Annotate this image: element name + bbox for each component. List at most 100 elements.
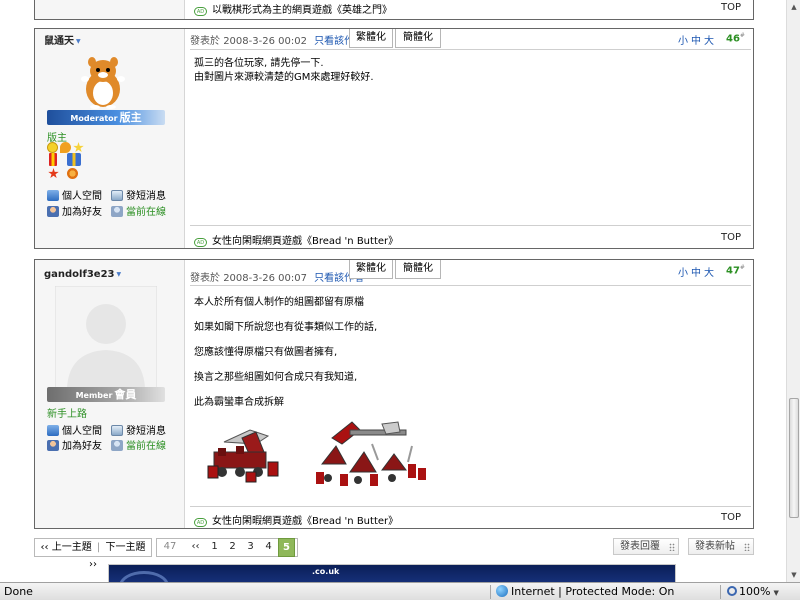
banner-logo-arc (119, 571, 169, 582)
add-friend-link[interactable]: 加為好友 (47, 203, 102, 218)
divider (490, 585, 491, 599)
page-link-2[interactable]: 2 (224, 538, 241, 557)
reply-button[interactable]: 發表回覆 (613, 538, 679, 555)
smiley-medal-icon (47, 142, 58, 153)
divider (190, 285, 751, 286)
page-link-current[interactable]: 5 (278, 538, 295, 557)
thread-nav-box: ‹‹ 上一主題 | 下一主題 ›› (34, 538, 152, 570)
simplified-tab[interactable]: 簡體化 (395, 29, 441, 48)
divider (190, 506, 751, 507)
red-star-medal-icon (48, 168, 59, 179)
pagination: 47 ‹‹ 1 2 3 4 5 (156, 538, 298, 557)
zoom-control[interactable]: 100% ▼ (727, 583, 779, 602)
message-icon (111, 425, 123, 436)
status-text: Done (4, 585, 33, 598)
moon-medal-icon (60, 142, 71, 153)
top-link[interactable]: TOP (721, 512, 741, 523)
send-message-link[interactable]: 發短消息 (111, 422, 166, 437)
add-friend-link[interactable]: 加為好友 (47, 437, 102, 452)
page-link-3[interactable]: 3 (242, 538, 259, 557)
user-title: 新手上路 (47, 409, 87, 420)
previous-post-tail: AD 以戰棋形式為主的網頁遊戲《英雄之門》 TOP (34, 0, 754, 20)
post-main: 發表於 2008-3-26 00:02 只看該作者 繁體化 簡體化 小中大 46… (186, 29, 753, 248)
rank-bar-moderator: Moderator 版主 (47, 110, 165, 125)
post-line: 如果如閣下所說您也有從事類似工作的話, (194, 322, 378, 333)
home-icon (47, 190, 59, 201)
grip-icon (744, 543, 750, 551)
traditional-tab[interactable]: 繁體化 (349, 29, 393, 48)
hamster-avatar (81, 57, 125, 109)
cross-medal-icon (67, 153, 81, 166)
chevron-down-icon[interactable]: ▼ (117, 271, 122, 278)
page-link-1[interactable]: 1 (206, 538, 223, 557)
post-47: gandolf3e23 ▼ Member 會員 新手上路 個人空間 發短消息 加為好… (34, 259, 754, 529)
banner-domain: .co.uk (312, 567, 340, 576)
ad-icon: AD (194, 7, 207, 16)
globe-icon (496, 585, 508, 597)
personal-space-link[interactable]: 個人空間 (47, 422, 102, 437)
browser-viewport: AD 以戰棋形式為主的網頁遊戲《英雄之門》 TOP 鼠通天 ▼ Moderato… (0, 0, 786, 582)
scrollbar-thumb[interactable] (789, 398, 799, 518)
posted-label: 發表於 (190, 273, 220, 284)
author-name[interactable]: 鼠通天 ▼ (44, 32, 81, 47)
signature[interactable]: AD 女性向閑暇網頁遊戲《Bread 'n Butter》 (194, 232, 398, 247)
post-line: 換言之那些組圖如何合成只有我知道, (194, 372, 358, 383)
post-sidebar: 鼠通天 ▼ Moderator 版主 版主 個人空間 發短消息 加為好友 當前在… (35, 29, 185, 248)
message-icon (111, 190, 123, 201)
total-pages: 47 (163, 541, 177, 552)
post-content: 本人於所有個人制作的組圖都留有原檔 如果如閣下所說您也有從事類似工作的話, 您應… (194, 290, 377, 415)
post-meta: 發表於 2008-3-26 00:02 只看該作者 (190, 32, 364, 47)
default-avatar (55, 286, 157, 388)
post-line: 您應該懂得原檔只有做圖者擁有, (194, 347, 338, 358)
divider (190, 49, 751, 50)
font-size-switch[interactable]: 小中大 (678, 264, 717, 279)
signature-link[interactable]: 女性向閑暇網頁遊戲《Bread 'n Butter》 (212, 236, 398, 247)
new-topic-button[interactable]: 發表新帖 (688, 538, 754, 555)
vertical-scrollbar[interactable]: ▲ ▼ (786, 0, 800, 582)
post-line: 孤三的各位玩家, 請先停一下. (194, 58, 324, 69)
prev-thread-link[interactable]: ‹‹ 上一主題 (41, 542, 92, 553)
signature[interactable]: AD 以戰棋形式為主的網頁遊戲《英雄之門》 (194, 1, 392, 16)
post-46: 鼠通天 ▼ Moderator 版主 版主 個人空間 發短消息 加為好友 當前在… (34, 28, 754, 249)
status-bar: Done Internet | Protected Mode: On 100% ▼ (0, 582, 800, 600)
grip-icon (669, 543, 675, 551)
post-sidebar: gandolf3e23 ▼ Member 會員 新手上路 個人空間 發短消息 加為好… (35, 260, 185, 528)
top-link[interactable]: TOP (721, 2, 741, 13)
medals (47, 142, 97, 182)
post-main: AD 以戰棋形式為主的網頁遊戲《英雄之門》 TOP (186, 0, 753, 19)
nav-separator: | (96, 542, 101, 553)
signature-link[interactable]: 女性向閑暇網頁遊戲《Bread 'n Butter》 (212, 516, 398, 527)
siege-sprite-assembled (207, 429, 279, 483)
signature[interactable]: AD 女性向閑暇網頁遊戲《Bread 'n Butter》 (194, 512, 398, 527)
floor-number: 47# (726, 264, 745, 277)
scroll-up-icon[interactable]: ▲ (787, 0, 800, 14)
siege-sprite-parts (316, 421, 426, 486)
posted-label: 發表於 (190, 36, 220, 47)
post-line: 由對圖片來源較清楚的GM來處理好較好. (194, 72, 374, 83)
post-timestamp: 2008-3-26 00:02 (223, 36, 307, 47)
zoom-icon (727, 586, 737, 596)
send-message-link[interactable]: 發短消息 (111, 187, 166, 202)
simplified-tab[interactable]: 簡體化 (395, 260, 441, 279)
font-size-switch[interactable]: 小中大 (678, 32, 717, 47)
traditional-tab[interactable]: 繁體化 (349, 260, 393, 279)
thread-nav: ‹‹ 上一主題 | 下一主題 ›› (34, 538, 152, 570)
security-zone[interactable]: Internet | Protected Mode: On (496, 583, 674, 600)
author-name[interactable]: gandolf3e23 ▼ (44, 269, 121, 280)
first-page-link[interactable]: ‹‹ (187, 538, 204, 557)
page-link-4[interactable]: 4 (260, 538, 277, 557)
post-main: 發表於 2008-3-26 00:07 只看該作者 繁體化 簡體化 小中大 47… (186, 260, 753, 528)
sun-medal-icon (67, 168, 78, 179)
add-friend-icon (47, 206, 59, 217)
chevron-down-icon[interactable]: ▼ (76, 38, 81, 45)
scroll-down-icon[interactable]: ▼ (787, 568, 800, 582)
ad-banner[interactable]: .co.uk (108, 564, 676, 582)
personal-space-link[interactable]: 個人空間 (47, 187, 102, 202)
post-content: 孤三的各位玩家, 請先停一下. 由對圖片來源較清楚的GM來處理好較好. (194, 57, 374, 85)
signature-link[interactable]: 以戰棋形式為主的網頁遊戲《英雄之門》 (212, 5, 392, 16)
post-sidebar (35, 0, 185, 19)
star-medal-icon (73, 142, 84, 153)
top-link[interactable]: TOP (721, 232, 741, 243)
online-user-icon (111, 440, 123, 451)
post-line: 此為霸蠻車合成拆解 (194, 397, 284, 408)
